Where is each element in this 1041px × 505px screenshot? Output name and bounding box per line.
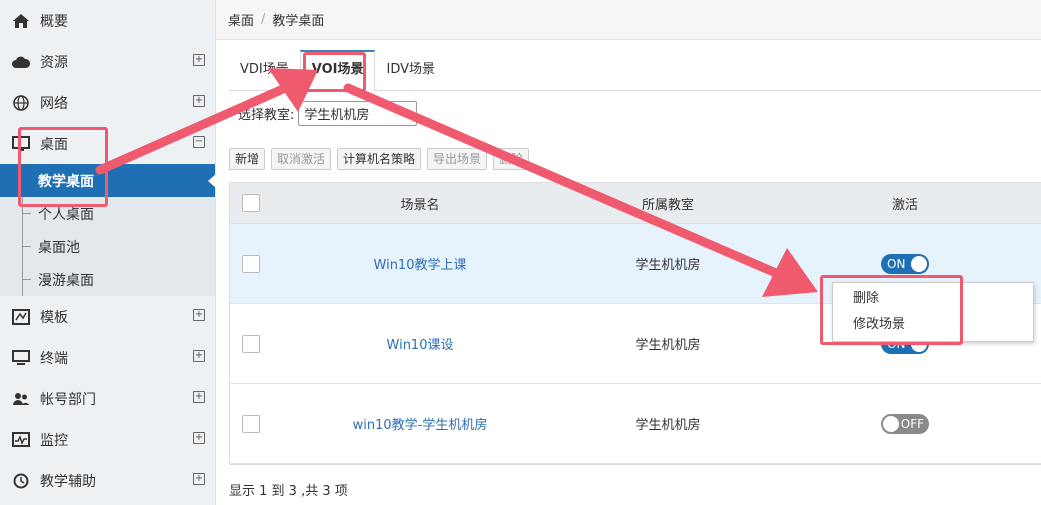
header-active[interactable]: 激活 bbox=[768, 194, 1041, 213]
deactivate-button[interactable]: 取消激活 bbox=[271, 148, 332, 170]
sidebar-item-label: 概要 bbox=[40, 13, 68, 30]
expand-icon[interactable]: + bbox=[193, 309, 205, 321]
chevron-down-icon bbox=[401, 106, 412, 121]
toolbar: 新增 取消激活 计算机名策略 导出场景 删除 bbox=[229, 148, 530, 170]
home-icon bbox=[10, 13, 32, 29]
active-toggle[interactable]: ON bbox=[881, 253, 929, 274]
room-select-label: 选择教室: bbox=[238, 108, 295, 123]
delete-button[interactable]: 删除 bbox=[493, 148, 530, 170]
active-toggle[interactable]: OFF bbox=[881, 413, 929, 434]
row-checkbox[interactable] bbox=[242, 254, 260, 273]
expand-icon[interactable]: + bbox=[193, 391, 205, 403]
breadcrumb-separator: / bbox=[261, 12, 266, 27]
expand-icon[interactable]: + bbox=[193, 95, 205, 107]
breadcrumb-root[interactable]: 桌面 bbox=[228, 10, 254, 29]
sidebar-item-template[interactable]: 模板 + bbox=[0, 296, 215, 337]
sidebar-item-label: 终端 bbox=[40, 350, 68, 367]
sidebar-item-network[interactable]: 网络 + bbox=[0, 82, 215, 123]
header-name[interactable]: 场景名 bbox=[272, 194, 568, 213]
sidebar-item-teaching-aid[interactable]: 教学辅助 + bbox=[0, 460, 215, 501]
sidebar-subitem-roaming-desktop[interactable]: 漫游桌面 bbox=[0, 263, 215, 296]
room-cell: 学生机机房 bbox=[635, 418, 701, 433]
room-select-value: 学生机机房 bbox=[304, 108, 370, 123]
table-header: 场景名 所属教室 激活 bbox=[230, 183, 1041, 224]
clock-icon bbox=[10, 473, 32, 489]
room-select[interactable]: 学生机机房 bbox=[298, 101, 418, 126]
sidebar-item-overview[interactable]: 概要 bbox=[0, 0, 215, 41]
export-scene-button[interactable]: 导出场景 bbox=[427, 148, 488, 170]
sidebar-item-label: 教学辅助 bbox=[40, 473, 96, 490]
row-checkbox[interactable] bbox=[242, 334, 260, 353]
tab-idv[interactable]: IDV场景 bbox=[375, 50, 446, 90]
sidebar-item-label: 模板 bbox=[40, 309, 68, 326]
terminal-icon bbox=[10, 349, 32, 366]
annotation-box-context-menu bbox=[820, 275, 963, 345]
globe-icon bbox=[10, 94, 32, 111]
room-filter: 选择教室: 学生机机房 bbox=[238, 101, 418, 126]
sidebar-item-resources[interactable]: 资源 + bbox=[0, 41, 215, 82]
sidebar-item-monitoring[interactable]: 监控 + bbox=[0, 419, 215, 460]
breadcrumb: 桌面 / 教学桌面 bbox=[216, 0, 1041, 40]
scene-name-link[interactable]: Win10教学上课 bbox=[374, 258, 467, 273]
expand-icon[interactable]: + bbox=[193, 350, 205, 362]
expand-icon[interactable]: + bbox=[193, 54, 205, 66]
cloud-icon bbox=[10, 54, 32, 70]
template-icon bbox=[10, 308, 32, 325]
sidebar-item-label: 资源 bbox=[40, 54, 68, 71]
pagination-info: 显示 1 到 3 ,共 3 项 bbox=[229, 484, 348, 499]
expand-icon[interactable]: + bbox=[193, 432, 205, 444]
scene-name-link[interactable]: Win10课设 bbox=[387, 338, 454, 353]
row-checkbox[interactable] bbox=[242, 414, 260, 433]
sidebar-item-label: 网络 bbox=[40, 95, 68, 112]
sidebar-item-label: 帐号部门 bbox=[40, 391, 96, 408]
table-row[interactable]: win10教学-学生机机房 学生机机房 OFF bbox=[230, 384, 1041, 464]
computer-name-policy-button[interactable]: 计算机名策略 bbox=[337, 148, 422, 170]
users-icon bbox=[10, 391, 32, 407]
sidebar-subitem-desktop-pool[interactable]: 桌面池 bbox=[0, 230, 215, 263]
header-room[interactable]: 所属教室 bbox=[568, 194, 768, 213]
monitor-chart-icon bbox=[10, 431, 32, 448]
room-cell: 学生机机房 bbox=[635, 338, 701, 353]
sidebar-item-terminal[interactable]: 终端 + bbox=[0, 337, 215, 378]
add-button[interactable]: 新增 bbox=[229, 148, 266, 170]
tab-vdi[interactable]: VDI场景 bbox=[229, 50, 300, 90]
room-cell: 学生机机房 bbox=[635, 258, 701, 273]
sidebar-item-label: 监控 bbox=[40, 432, 68, 449]
annotation-box-desktop bbox=[18, 127, 108, 207]
sidebar-subitem-label: 桌面池 bbox=[38, 239, 80, 256]
expand-icon[interactable]: + bbox=[193, 473, 205, 485]
collapse-icon[interactable]: − bbox=[193, 136, 205, 148]
select-all-checkbox[interactable] bbox=[242, 194, 260, 212]
sidebar-subitem-label: 漫游桌面 bbox=[38, 272, 94, 289]
breadcrumb-current: 教学桌面 bbox=[272, 14, 325, 29]
scene-name-link[interactable]: win10教学-学生机机房 bbox=[353, 418, 488, 433]
sidebar-item-accounts[interactable]: 帐号部门 + bbox=[0, 378, 215, 419]
sidebar: 概要 资源 + 网络 + 桌面 − 教学桌面 个人桌面 桌面池 漫游桌面 模板 … bbox=[0, 0, 216, 505]
annotation-box-voi-tab bbox=[303, 52, 366, 92]
